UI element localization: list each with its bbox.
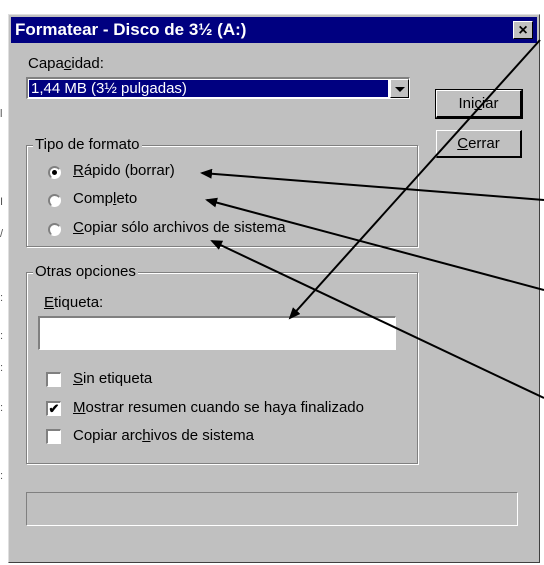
arrow-to-quick bbox=[200, 168, 544, 201]
arrow-to-full bbox=[205, 197, 544, 291]
arrow-to-label-input bbox=[288, 39, 541, 320]
annotation-arrows bbox=[200, 39, 544, 399]
arrow-to-system-only bbox=[210, 240, 544, 399]
